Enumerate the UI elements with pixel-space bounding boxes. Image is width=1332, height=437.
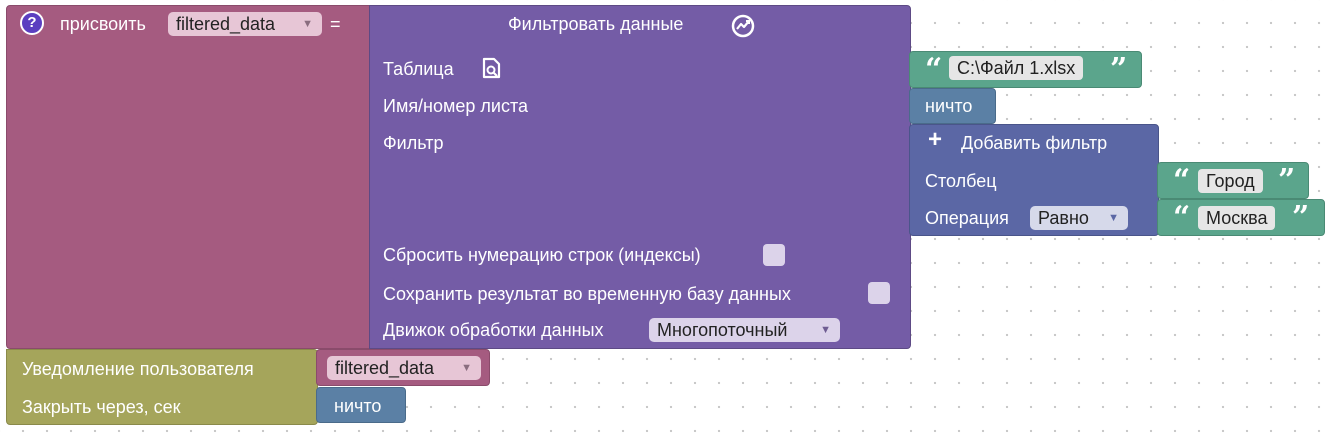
variable-dropdown[interactable]: filtered_data ▼ [168,12,322,36]
chevron-down-icon: ▼ [461,362,472,374]
chevron-down-icon: ▼ [1108,212,1119,224]
operation-dropdown[interactable]: Равно ▼ [1030,206,1128,230]
sheet-label: Имя/номер листа [383,96,529,116]
chevron-down-icon: ▼ [820,324,831,336]
notify-variable-dropdown[interactable]: filtered_data ▼ [327,356,481,380]
assign-equals: = [330,14,341,34]
sheet-null-value: ничто [925,96,973,116]
operation-dropdown-value: Равно [1038,208,1089,228]
close-quote-icon: ” [1110,52,1128,87]
filter-block-title: Фильтровать данные [508,14,684,34]
chart-refresh-icon [731,14,755,38]
filter-label: Фильтр [383,133,444,153]
operation-label: Операция [925,208,1009,228]
variable-dropdown-value: filtered_data [176,14,276,34]
open-quote-icon: “ [1173,163,1191,198]
save-temp-label: Сохранить результат во временную базу да… [383,284,791,304]
close-quote-icon: ” [1278,163,1296,198]
add-filter-label: Добавить фильтр [961,133,1108,153]
workspace-canvas[interactable]: ? присвоить filtered_data ▼ = Фильтроват… [0,0,1332,437]
column-label: Столбец [925,171,997,191]
chevron-down-icon: ▼ [302,18,313,30]
column-field[interactable]: Город [1198,169,1263,193]
notify-label: Уведомление пользователя [22,359,254,379]
plus-icon[interactable]: + [928,128,942,152]
assign-label: присвоить [60,14,146,34]
notify-variable-value: filtered_data [335,358,435,378]
engine-dropdown[interactable]: Многопоточный ▼ [649,318,840,342]
table-label: Таблица [383,59,454,79]
engine-label: Движок обработки данных [383,320,604,340]
question-icon[interactable]: ? [20,11,44,35]
reset-index-checkbox[interactable] [763,244,785,266]
open-quote-icon: “ [925,52,943,87]
operand-field[interactable]: Москва [1198,206,1276,230]
reset-index-label: Сбросить нумерацию строк (индексы) [383,245,701,265]
close-after-null-value: ничто [334,396,382,416]
engine-dropdown-value: Многопоточный [657,320,788,340]
close-after-label: Закрыть через, сек [22,397,181,417]
assign-block[interactable] [6,5,372,349]
save-temp-checkbox[interactable] [868,282,890,304]
file-search-icon[interactable] [481,56,503,80]
table-path-field[interactable]: C:\Файл 1.xlsx [949,56,1084,80]
close-quote-icon: ” [1292,200,1310,235]
open-quote-icon: “ [1173,200,1191,235]
